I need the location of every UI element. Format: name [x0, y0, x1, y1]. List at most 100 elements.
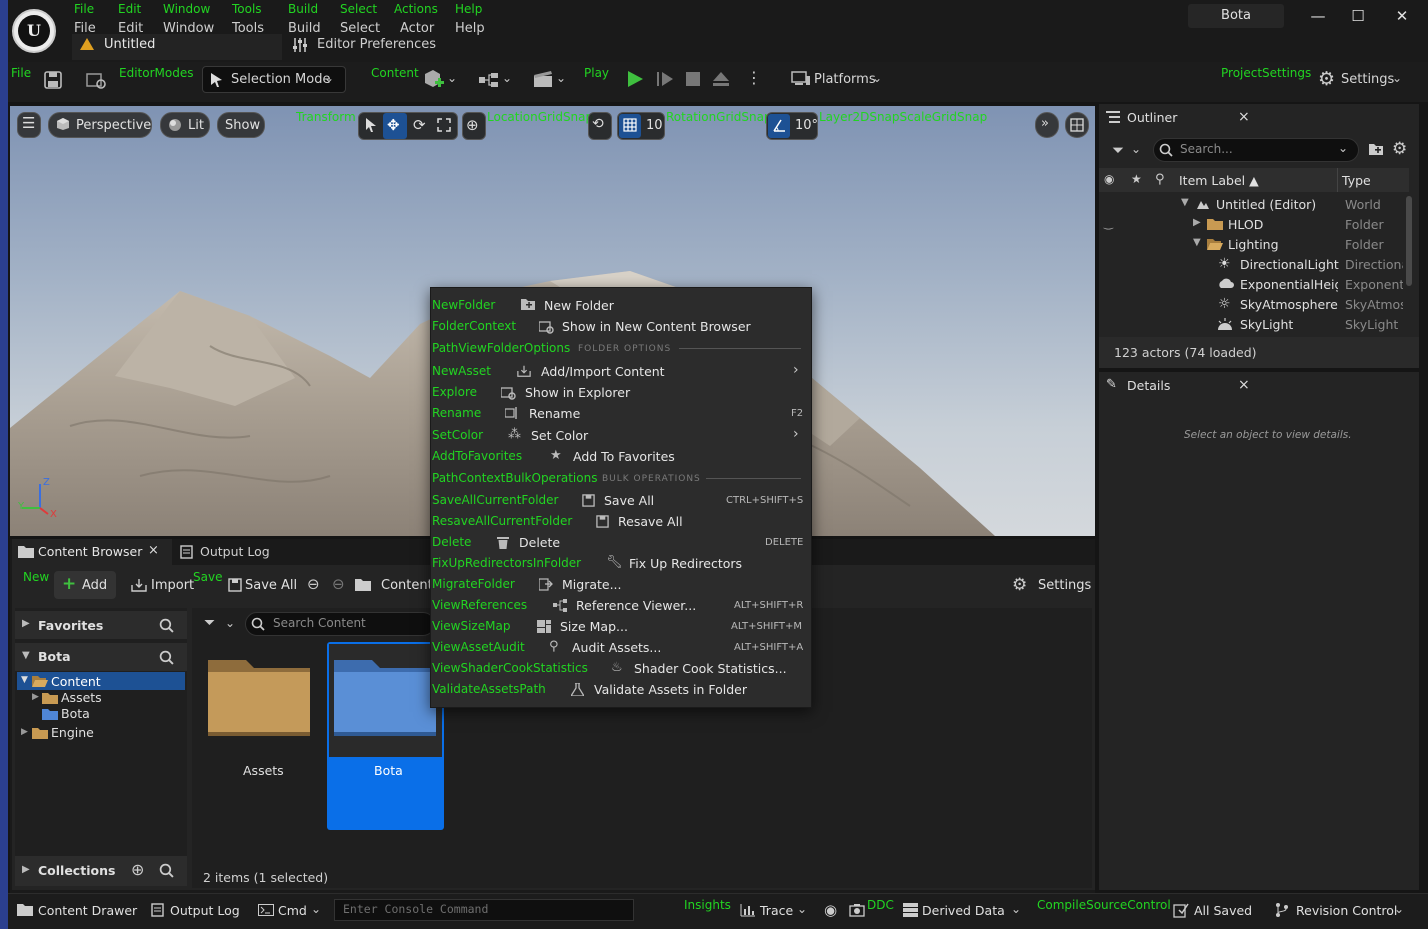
expand-arrow-icon[interactable]: ▶	[32, 692, 39, 702]
ctx-validate-assets[interactable]: Validate Assets in Folder	[594, 682, 747, 697]
settings-button[interactable]: Settings	[1341, 72, 1394, 87]
tree-item-label[interactable]: Assets	[61, 690, 102, 705]
menu-select[interactable]: Select	[340, 21, 380, 36]
outliner-row-label[interactable]: ExponentialHeigh	[1240, 277, 1338, 292]
outliner-row-label[interactable]: SkyAtmosphere	[1240, 297, 1338, 312]
play-icon[interactable]	[626, 70, 644, 88]
filter-icon[interactable]: ⏷	[1112, 141, 1124, 159]
menu-actor[interactable]: Actor	[400, 21, 434, 36]
ctx-reference-viewer[interactable]: Reference Viewer...	[576, 598, 696, 613]
minimize-button[interactable]: —	[1310, 8, 1326, 24]
new-folder-icon	[521, 298, 535, 312]
outliner-tab[interactable]	[1099, 104, 1259, 132]
ctx-audit-assets[interactable]: Audit Assets...	[572, 640, 661, 655]
blueprint-icon[interactable]	[478, 72, 500, 88]
tree-item-label[interactable]: Bota	[61, 706, 90, 721]
eject-icon[interactable]	[712, 71, 730, 87]
plus-icon: +	[62, 574, 77, 594]
cinematics-icon[interactable]	[533, 70, 553, 88]
content-browser-icon[interactable]	[86, 70, 108, 90]
chevron-down-icon: ⌄	[872, 71, 883, 85]
add-actor-icon[interactable]	[422, 69, 446, 91]
details-close-button[interactable]: ×	[1238, 377, 1250, 393]
lock-pin-icon[interactable]: ⚲	[1155, 172, 1165, 187]
outliner-row-label[interactable]: Lighting	[1228, 237, 1279, 252]
scale-icon[interactable]	[437, 118, 451, 132]
ctx-resave-all[interactable]: Resave All	[618, 514, 683, 529]
derived-data-icon	[903, 903, 918, 917]
more-options-icon[interactable]: ⋮	[746, 68, 762, 87]
content-drawer-button[interactable]: Content Drawer	[38, 903, 137, 918]
ctx-fix-up-redirectors[interactable]: Fix Up Redirectors	[629, 556, 742, 571]
rotate-icon[interactable]: ⟳	[413, 116, 426, 134]
collapse-arrow-icon[interactable]: ▼	[21, 675, 28, 685]
pin-star-icon[interactable]: ★	[1131, 172, 1142, 186]
outliner-scrollbar[interactable]	[1406, 196, 1412, 286]
ctx-show-in-new-content-browser[interactable]: Show in New Content Browser	[562, 319, 751, 334]
hidden-eye-icon[interactable]: ‿	[1104, 217, 1113, 230]
revision-control-button[interactable]: Revision Control	[1296, 903, 1397, 918]
expand-arrow-icon[interactable]: ▶	[21, 727, 28, 737]
search-icon[interactable]	[159, 618, 174, 633]
ctx-add-to-favorites[interactable]: Add To Favorites	[573, 449, 675, 464]
ctx-save-all[interactable]: Save All	[604, 493, 654, 508]
history-forward-icon[interactable]: ⊖	[332, 575, 345, 593]
ctx-size-map[interactable]: Size Map...	[560, 619, 628, 634]
tree-item-label[interactable]: Engine	[51, 725, 94, 740]
status-output-log-button[interactable]: Output Log	[170, 903, 240, 918]
screenshot-icon[interactable]	[849, 903, 865, 917]
history-back-icon[interactable]: ⊖	[307, 575, 320, 593]
platforms-button[interactable]: Platforms	[814, 72, 876, 87]
record-icon[interactable]: ◉	[824, 901, 837, 919]
outliner-row-label[interactable]: SkyLight	[1240, 317, 1293, 332]
add-folder-icon[interactable]	[1368, 142, 1384, 156]
chevron-down-icon: ⌄	[1131, 142, 1142, 156]
expand-arrow-icon[interactable]: ▶	[1193, 217, 1201, 228]
visibility-eye-icon[interactable]: ◉	[1104, 172, 1114, 186]
ctx-add-import-content[interactable]: Add/Import Content	[541, 364, 665, 379]
ctx-new-folder[interactable]: New Folder	[544, 298, 614, 313]
cb-settings-button[interactable]: Settings	[1038, 578, 1091, 593]
ctx-rename[interactable]: Rename	[529, 406, 580, 421]
close-window-button[interactable]: ✕	[1394, 8, 1410, 24]
save-all-button[interactable]: Save All	[245, 578, 297, 593]
outliner-close-button[interactable]: ×	[1238, 109, 1250, 125]
import-button[interactable]: Import	[151, 578, 194, 593]
cmd-dropdown[interactable]: Cmd	[278, 903, 307, 918]
menu-help[interactable]: Help	[455, 21, 485, 36]
ctx-shader-cook-statistics[interactable]: Shader Cook Statistics...	[634, 661, 787, 676]
content-browser-close-button[interactable]: ×	[148, 543, 159, 558]
ctx-migrate[interactable]: Migrate...	[562, 577, 622, 592]
filter-icon[interactable]: ⏷	[204, 615, 215, 631]
outliner-row-label[interactable]: Untitled (Editor)	[1216, 197, 1316, 212]
select-arrow-icon[interactable]	[364, 117, 378, 133]
output-log-tab[interactable]: Output Log	[200, 544, 270, 559]
maximize-button[interactable]: ☐	[1350, 8, 1366, 24]
stop-icon[interactable]	[686, 72, 700, 86]
collapse-arrow-icon[interactable]: ▼	[1193, 237, 1201, 248]
column-type[interactable]: Type	[1342, 173, 1371, 188]
ctx-show-in-explorer[interactable]: Show in Explorer	[525, 385, 630, 400]
trace-dropdown[interactable]: Trace	[760, 903, 793, 918]
search-icon[interactable]	[159, 863, 174, 878]
add-collection-icon[interactable]: ⊕	[131, 860, 144, 879]
derived-data-button[interactable]: Derived Data	[922, 903, 1005, 918]
outliner-settings-gear-icon[interactable]: ⚙	[1392, 139, 1407, 159]
ctx-set-color[interactable]: Set Color	[531, 428, 588, 443]
collapse-arrow-icon[interactable]: ▼	[1181, 197, 1189, 208]
shader-icon: ♨	[611, 660, 623, 675]
step-forward-icon[interactable]	[656, 71, 674, 87]
column-item-label[interactable]: Item Label ▲	[1179, 173, 1259, 188]
save-icon[interactable]	[44, 71, 62, 89]
outliner-row-label[interactable]: DirectionalLight	[1240, 257, 1339, 272]
editor-preferences-button[interactable]: Editor Preferences	[317, 37, 436, 52]
grid-snap-value[interactable]: 10	[646, 118, 663, 133]
search-icon[interactable]	[159, 650, 174, 665]
ctx-delete[interactable]: Delete	[519, 535, 560, 550]
breadcrumb-content[interactable]: Content	[381, 578, 433, 593]
outliner-row-label[interactable]: HLOD	[1228, 217, 1263, 232]
menu-build[interactable]: Build	[288, 21, 321, 36]
migrate-icon	[539, 578, 553, 592]
rotation-snap-value[interactable]: 10°	[795, 118, 818, 133]
all-saved-status[interactable]: All Saved	[1194, 903, 1252, 918]
